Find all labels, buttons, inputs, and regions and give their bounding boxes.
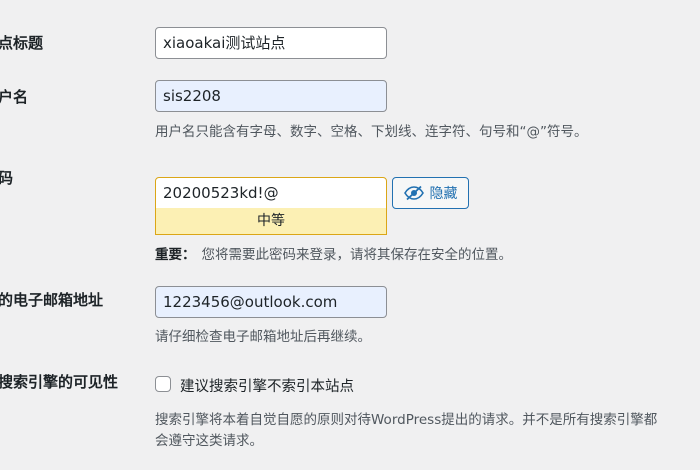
password-strength-meter: 中等 — [155, 208, 387, 235]
important-text: 您将需要此密码来登录，请将其保存在安全的位置。 — [201, 247, 513, 263]
install-form: 点标题 xiaoakai测试站点 户名 sis2208 用户名只能含有字母、数字… — [0, 0, 700, 470]
site-title-label: 点标题 — [0, 34, 44, 52]
email-input[interactable]: 1223456@outlook.com — [155, 286, 387, 318]
email-label: 的电子邮箱地址 — [0, 291, 104, 309]
discourage-search-label[interactable]: 建议搜索引擎不索引本站点 — [180, 375, 354, 396]
search-visibility-description-1: 搜索引擎将本着自觉自愿的原则对待WordPress提出的请求。并不是所有搜索引擎… — [155, 412, 658, 428]
hide-password-button[interactable]: 隐藏 — [392, 177, 469, 209]
search-visibility-label: 搜索引擎的可见性 — [0, 373, 119, 391]
username-input[interactable]: sis2208 — [155, 80, 387, 112]
discourage-search-checkbox[interactable] — [155, 376, 171, 392]
password-input[interactable]: 20200523kd!@ — [155, 177, 387, 209]
hide-password-label: 隐藏 — [429, 186, 458, 202]
password-label: 码 — [0, 169, 14, 187]
email-description: 请仔细检查电子邮箱地址后再继续。 — [155, 329, 371, 345]
password-important-note: 重要： 您将需要此密码来登录，请将其保存在安全的位置。 — [155, 243, 512, 263]
important-prefix: 重要： — [155, 247, 196, 263]
eye-slash-icon — [403, 185, 424, 201]
site-title-input[interactable]: xiaoakai测试站点 — [155, 27, 387, 59]
username-description: 用户名只能含有字母、数字、空格、下划线、连字符、句号和“@”符号。 — [155, 124, 588, 140]
username-label: 户名 — [0, 88, 29, 106]
search-visibility-description-2: 会遵守这类请求。 — [155, 433, 263, 449]
